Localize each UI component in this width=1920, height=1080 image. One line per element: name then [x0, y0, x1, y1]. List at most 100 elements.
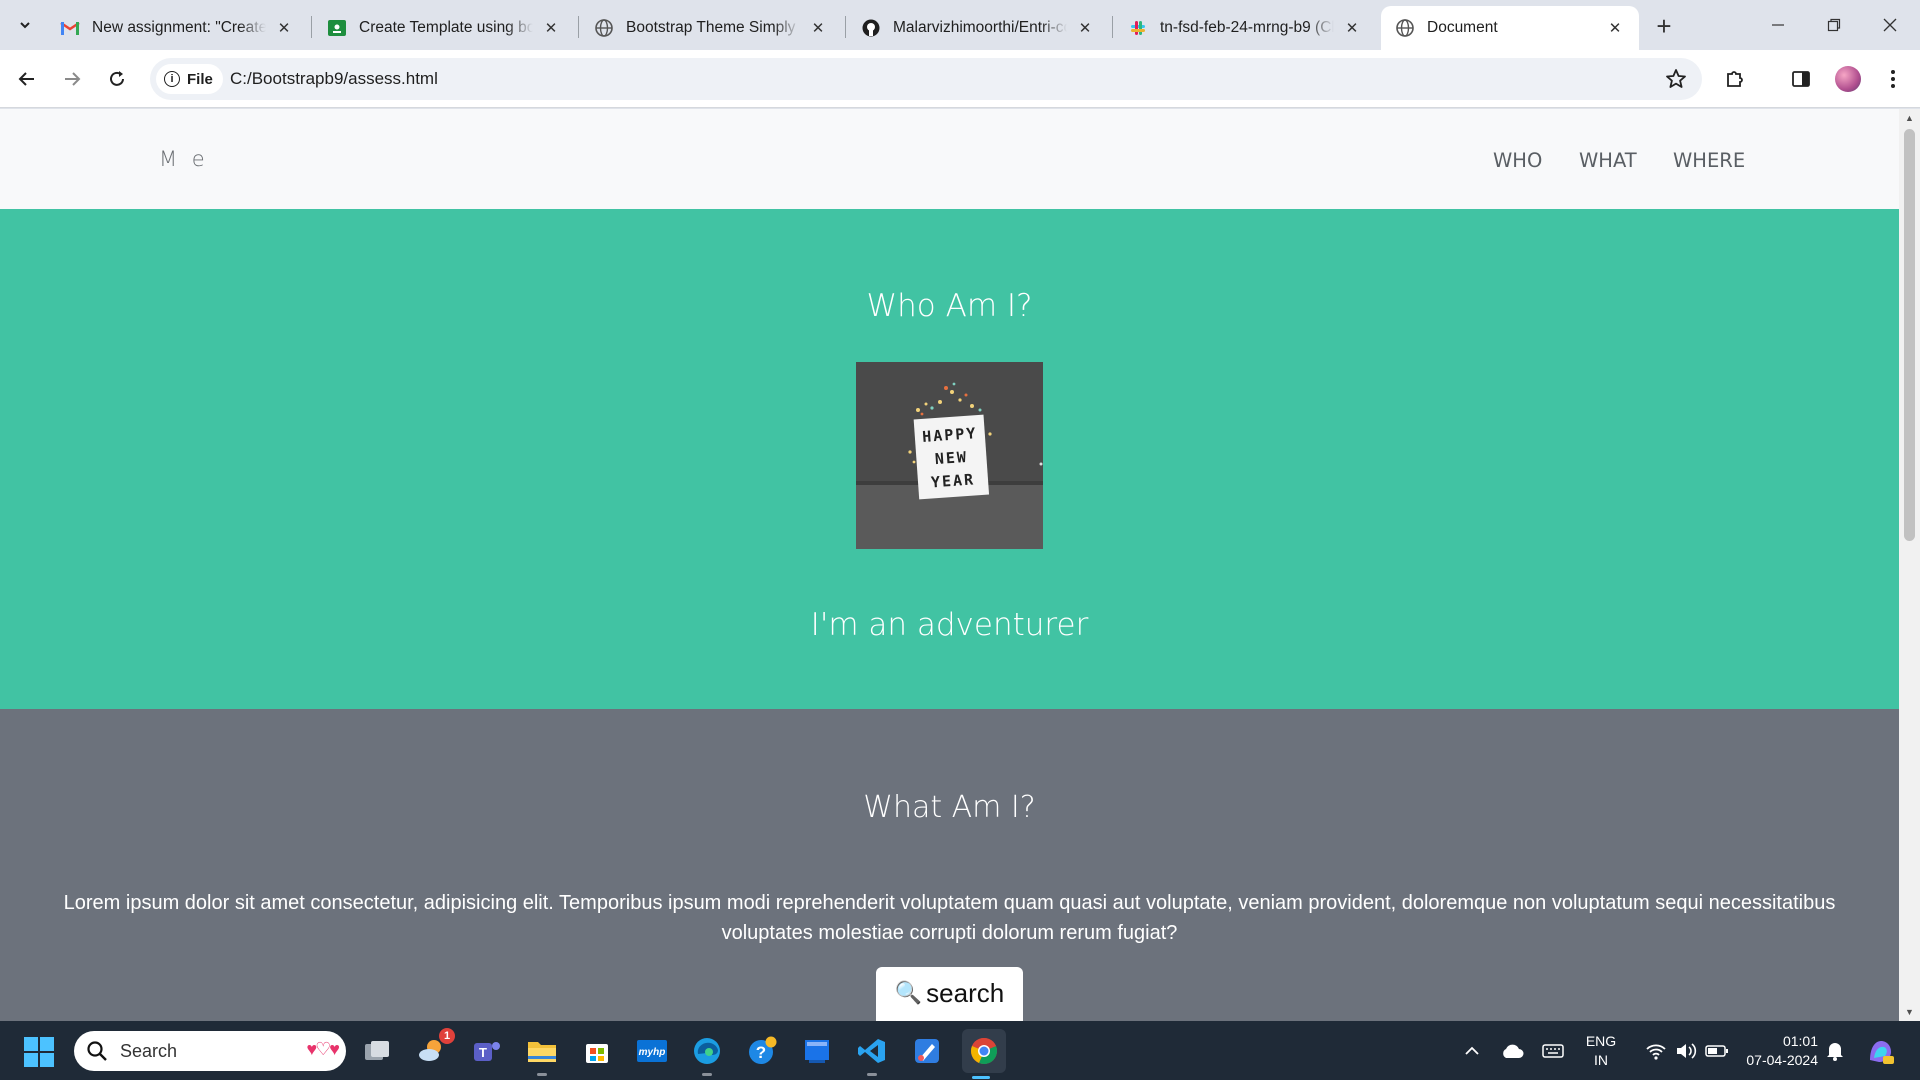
taskbar-myhp[interactable]: myhp	[633, 1032, 671, 1070]
close-icon[interactable]: ✕	[1075, 18, 1095, 38]
address-bar[interactable]: i File C:/Bootstrapb9/assess.html	[150, 58, 1702, 100]
quick-settings-button[interactable]	[1632, 1032, 1742, 1070]
profile-avatar[interactable]	[1835, 66, 1861, 92]
globe-icon	[594, 18, 614, 38]
taskbar-paint[interactable]	[908, 1032, 946, 1070]
scrollbar-thumb[interactable]	[1904, 129, 1915, 541]
search-button-label: search	[926, 977, 1005, 1008]
tab-slack[interactable]: tn-fsd-feb-24-mrng-b9 (Cl ✕	[1114, 6, 1376, 50]
bookmark-star-icon[interactable]	[1664, 67, 1688, 91]
scroll-down-icon[interactable]: ▼	[1904, 1007, 1915, 1017]
tab-separator	[311, 16, 312, 38]
tab-title: Bootstrap Theme Simply M	[626, 19, 800, 36]
who-section: Who Am I? HAPPY NEW YEAR I'm an adventur…	[0, 209, 1899, 709]
tab-classroom[interactable]: Create Template using boo ✕	[313, 6, 575, 50]
close-icon[interactable]: ✕	[274, 18, 294, 38]
tab-gmail[interactable]: New assignment: "Create T ✕	[46, 6, 308, 50]
vscode-icon	[858, 1039, 885, 1063]
menu-button[interactable]	[1878, 64, 1908, 94]
tab-title: New assignment: "Create T	[92, 19, 266, 36]
taskbar-teams[interactable]: T	[468, 1032, 506, 1070]
task-view-button[interactable]	[358, 1032, 396, 1070]
image-sign-line-3: YEAR	[930, 470, 975, 491]
image-sign-line-2: NEW	[934, 448, 968, 468]
tab-search-button[interactable]	[10, 10, 40, 40]
onedrive-button[interactable]	[1495, 1032, 1529, 1070]
close-window-button[interactable]	[1862, 0, 1918, 50]
input-language[interactable]: ENG IN	[1584, 1032, 1618, 1070]
clock-date: 07-04-2024	[1746, 1052, 1818, 1068]
windows-start-button[interactable]	[24, 1037, 54, 1067]
tab-github[interactable]: Malarvizhimoorthi/Entri-co ✕	[847, 6, 1109, 50]
notification-badge: 1	[439, 1028, 455, 1044]
back-button[interactable]	[11, 63, 43, 95]
extensions-button[interactable]	[1720, 64, 1750, 94]
taskbar-search-box[interactable]: Search ♥♡♥	[74, 1031, 346, 1071]
taskbar-vscode[interactable]	[853, 1032, 891, 1076]
nav-link-who[interactable]: WHO	[1493, 149, 1542, 172]
close-icon[interactable]: ✕	[808, 18, 828, 38]
taskbar-file-explorer[interactable]	[523, 1032, 561, 1076]
minimize-icon	[1772, 24, 1784, 26]
search-icon	[87, 1041, 107, 1061]
github-icon	[861, 18, 881, 38]
taskbar-help[interactable]: ?	[743, 1032, 781, 1070]
new-tab-button[interactable]: +	[1650, 11, 1678, 41]
touch-keyboard-button[interactable]	[1536, 1032, 1570, 1070]
close-icon[interactable]: ✕	[1605, 18, 1625, 38]
language-code: ENG	[1585, 1033, 1617, 1049]
volume-icon	[1677, 1043, 1697, 1059]
magnifier-icon: 🔍	[894, 980, 923, 1005]
search-button[interactable]: 🔍 search	[876, 967, 1023, 1021]
close-icon[interactable]: ✕	[541, 18, 561, 38]
nav-link-where[interactable]: WHERE	[1673, 149, 1745, 172]
tab-document[interactable]: Document ✕	[1381, 6, 1639, 50]
page-scrollbar[interactable]: ▲ ▼	[1899, 109, 1920, 1021]
reload-button[interactable]	[101, 63, 133, 95]
tab-bootstrap-theme[interactable]: Bootstrap Theme Simply M ✕	[580, 6, 842, 50]
what-section: What Am I? Lorem ipsum dolor sit amet co…	[0, 709, 1899, 1021]
running-indicator	[537, 1073, 547, 1076]
minimize-button[interactable]	[1750, 0, 1806, 50]
restore-button[interactable]	[1806, 0, 1862, 50]
what-title: What Am I?	[863, 790, 1036, 825]
blue-window-icon	[805, 1040, 829, 1063]
windows-taskbar: Search ♥♡♥ 1 T myhp ? ENG IN 01:01 07-04…	[0, 1021, 1920, 1080]
tab-title: Malarvizhimoorthi/Entri-co	[893, 19, 1067, 36]
taskbar-weather[interactable]: 1	[413, 1028, 455, 1070]
close-icon[interactable]: ✕	[1342, 18, 1362, 38]
more-vertical-icon	[1891, 70, 1895, 88]
taskbar-store[interactable]	[578, 1032, 616, 1070]
arrow-right-icon	[65, 72, 81, 86]
copilot-button[interactable]	[1860, 1032, 1900, 1070]
happy-new-year-image: HAPPY NEW YEAR	[856, 362, 1043, 549]
notifications-button[interactable]	[1818, 1032, 1852, 1070]
show-hidden-icons-button[interactable]	[1455, 1032, 1489, 1070]
puzzle-icon	[1727, 71, 1743, 87]
system-clock[interactable]: 01:01 07-04-2024	[1730, 1032, 1818, 1070]
folder-icon	[528, 1042, 556, 1062]
tab-title: tn-fsd-feb-24-mrng-b9 (Cl	[1160, 19, 1334, 36]
running-indicator	[972, 1076, 990, 1079]
gmail-icon	[60, 18, 80, 38]
forward-button[interactable]	[56, 63, 88, 95]
site-info-chip[interactable]: i File	[156, 64, 223, 94]
task-view-icon	[365, 1041, 389, 1060]
taskbar-app-blue[interactable]	[798, 1032, 836, 1070]
keyboard-icon	[1542, 1044, 1564, 1058]
nav-link-what[interactable]: WHAT	[1579, 149, 1637, 172]
navbar-brand[interactable]: M e	[159, 147, 209, 171]
taskbar-chrome[interactable]	[962, 1029, 1006, 1079]
help-icon: ?	[749, 1036, 777, 1064]
site-chip-label: File	[187, 70, 213, 88]
side-panel-button[interactable]	[1786, 64, 1816, 94]
svg-text:myhp: myhp	[639, 1047, 666, 1058]
url-text[interactable]: C:/Bootstrapb9/assess.html	[230, 69, 438, 89]
store-icon	[586, 1044, 608, 1063]
region-code: IN	[1594, 1052, 1608, 1068]
site-navbar: M e WHO WHAT WHERE	[0, 109, 1899, 209]
taskbar-edge[interactable]	[688, 1032, 726, 1076]
cloud-icon	[1503, 1044, 1524, 1058]
side-panel-icon	[1792, 71, 1810, 87]
scroll-up-icon[interactable]: ▲	[1904, 113, 1915, 123]
